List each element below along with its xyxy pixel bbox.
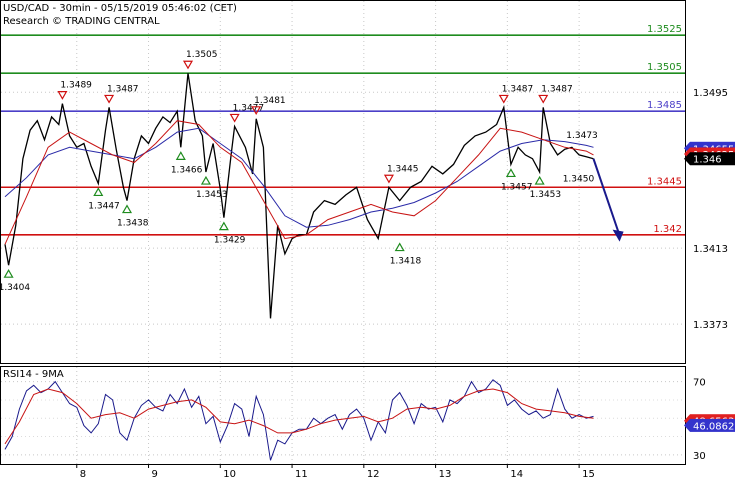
level-label: 1.3445 [647, 176, 682, 187]
time-tick-label: 9 [152, 469, 158, 480]
price-tick-label: 1.3373 [693, 320, 728, 331]
swing-low-label: 1.3447 [88, 201, 120, 211]
price-label: 1.3473 [566, 131, 598, 141]
swing-high-label: 1.3487 [541, 84, 573, 94]
swing-high-label: 1.3481 [254, 96, 285, 106]
price-tick-label: 1.3495 [693, 88, 728, 99]
chart-subtitle: Research © TRADING CENTRAL [3, 16, 160, 27]
swing-low-label: 1.3418 [390, 257, 422, 267]
price-label: 1.3450 [563, 175, 595, 185]
chart-canvas: 1.3525 1.3505 1.3485 1.3445 1.342 1.3404 1.34… [0, 0, 735, 480]
rsi-title: RSI14 - 9MA [3, 369, 64, 380]
time-tick-label: 14 [510, 469, 523, 480]
value-badge-label: 46.0862 [693, 421, 734, 432]
swing-low-label: 1.3457 [501, 182, 533, 192]
time-tick-label: 12 [367, 469, 380, 480]
price-tick-label: 1.3413 [693, 244, 728, 255]
chart-title: USD/CAD - 30min - 05/15/2019 05:46:02 (C… [3, 3, 237, 14]
level-label: 1.3485 [647, 100, 682, 111]
swing-high-label: 1.3445 [387, 164, 419, 174]
time-tick-label: 15 [582, 469, 595, 480]
swing-high-label: 1.3505 [186, 50, 218, 60]
level-label: 1.3525 [647, 24, 682, 35]
swing-high-label: 1.3489 [60, 81, 92, 91]
time-tick-label: 11 [295, 469, 308, 480]
swing-low-label: 1.3466 [171, 165, 203, 175]
rsi-tick-label: 30 [693, 451, 706, 462]
swing-high-label: 1.3487 [107, 84, 139, 94]
value-badges: 1.346551.346251.34648.656346.0862 [684, 141, 735, 432]
time-tick-label: 13 [439, 469, 452, 480]
swing-low-label: 1.3453 [530, 190, 562, 200]
swing-low-label: 1.3404 [0, 283, 30, 293]
time-tick-label: 8 [80, 469, 86, 480]
swing-low-label: 1.3438 [117, 219, 149, 229]
swing-low-label: 1.3429 [214, 236, 246, 246]
price-axis: 1.3495 1.3413 1.3373 [693, 88, 728, 331]
level-label: 1.342 [653, 224, 682, 235]
level-label: 1.3505 [647, 62, 682, 73]
swing-low-label: 1.3453 [196, 190, 228, 200]
time-axis: 8 9 10 11 12 13 14 15 [76, 464, 595, 480]
value-badge-label: 1.346 [693, 155, 722, 166]
rsi-tick-label: 70 [693, 378, 706, 389]
swing-high-label: 1.3487 [502, 84, 534, 94]
time-tick-label: 10 [223, 469, 236, 480]
